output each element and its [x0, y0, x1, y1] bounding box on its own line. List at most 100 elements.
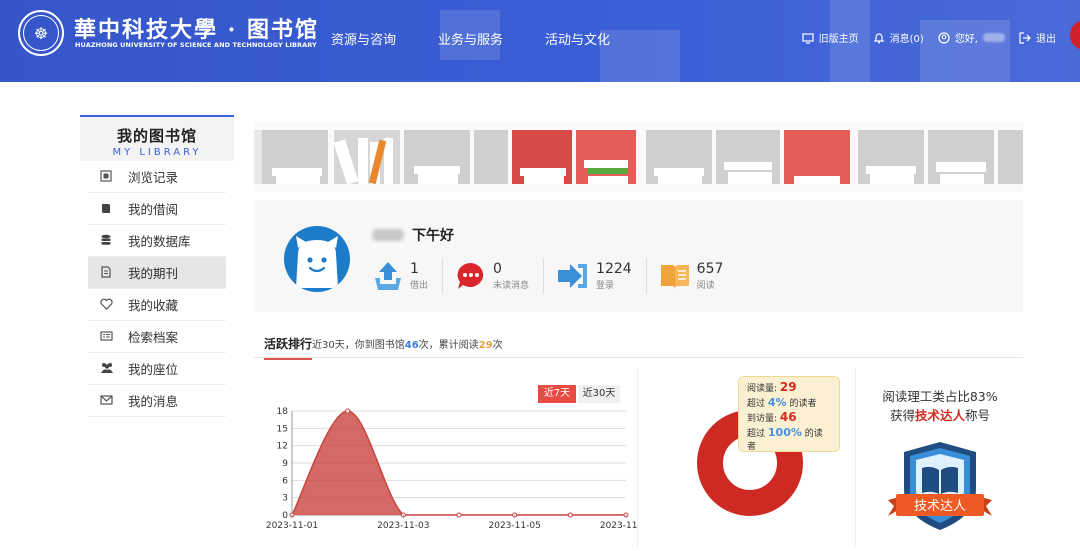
read-value: 29: [779, 380, 797, 394]
bookshelf-banner: [254, 122, 1023, 192]
database-icon: [101, 234, 111, 245]
history-icon: [100, 170, 112, 182]
stat-label: 登录: [596, 280, 615, 291]
avatar-face-icon: [296, 236, 338, 288]
sidebar-item-label: 我的期刊: [128, 266, 179, 281]
open-book-icon: [660, 265, 689, 289]
sidebar: 我的图书馆 MY LIBRARY 浏览记录 我的借阅 我的数据库 我的期刊 我的…: [80, 115, 234, 417]
activity-description: 近30天，你到图书馆46次，累计阅读29次: [312, 336, 503, 351]
library-logo-cn[interactable]: 華中科技大學 · 图书馆: [74, 12, 319, 44]
activity-desc-mid: 次，累计阅读: [418, 340, 479, 351]
book-icon: [102, 204, 110, 213]
sidebar-header: 我的图书馆 MY LIBRARY: [80, 115, 234, 161]
sidebar-item-database[interactable]: 我的数据库: [88, 225, 226, 257]
activity-tabbar: 活跃排行 近30天，你到图书馆46次，累计阅读29次: [254, 330, 1023, 360]
stat-label: 借出: [410, 280, 429, 291]
stats-row: 1 借出 0 未读消息 1224 登录 657 阅读: [372, 258, 749, 294]
user-greeting[interactable]: 您好,: [938, 30, 1005, 45]
y-tick-label: 15: [277, 424, 288, 434]
nav-resources[interactable]: 资源与咨询: [331, 29, 396, 48]
sidebar-item-favorites[interactable]: 我的收藏: [88, 289, 226, 321]
stat-login[interactable]: 1224 登录: [556, 258, 647, 294]
sidebar-item-messages[interactable]: 我的消息: [88, 385, 226, 417]
donut-tooltip: 阅读量: 29 超过 4% 的读者 到访量: 46 超过 100% 的读者: [738, 376, 840, 452]
university-seal-logo[interactable]: ☸: [18, 10, 64, 56]
stat-value: 1: [410, 260, 419, 277]
bell-icon: [873, 32, 885, 43]
y-tick-label: 3: [282, 494, 288, 504]
sidebar-title: 我的图书馆: [116, 127, 197, 145]
visit-percent: 100%: [767, 426, 802, 439]
sidebar-item-label: 我的数据库: [128, 234, 191, 249]
stat-borrowed[interactable]: 1 借出: [372, 258, 444, 294]
activity-desc-suffix: 次: [492, 340, 503, 351]
stat-value: 0: [493, 260, 502, 277]
greeting-text: 下午好: [412, 228, 454, 244]
sidebar-item-label: 我的座位: [128, 362, 179, 377]
achievement-panel: 阅读理工类占比83% 获得技术达人称号 技术达人: [857, 368, 1023, 547]
old-home-link[interactable]: 旧版主页: [802, 30, 859, 45]
seat-icon: [101, 363, 113, 373]
visit-exceed-prefix: 超过: [747, 429, 766, 439]
messages-link[interactable]: 消息(0): [873, 30, 924, 45]
read-exceed-prefix: 超过: [747, 399, 766, 409]
library-logo-en: HUAZHONG UNIVERSITY OF SCIENCE AND TECHN…: [75, 41, 317, 49]
data-point: [567, 512, 573, 518]
range-30-days-button[interactable]: 近30天: [578, 385, 620, 403]
y-tick-label: 0: [282, 511, 288, 521]
logout-label: 退出: [1036, 34, 1056, 45]
badge-ratio-text: 阅读理工类占比83%: [882, 389, 998, 404]
x-tick-label: 2023-11-07: [600, 521, 638, 531]
nav-services[interactable]: 业务与服务: [438, 29, 503, 48]
mail-icon: [100, 395, 113, 405]
y-tick-label: 9: [282, 459, 288, 469]
activity-chart-panel: 近7天 近30天 0 3 6 9 12 15 18 2023-11-01 2023-11-03 2…: [254, 368, 652, 547]
stat-unread[interactable]: 0 未读消息: [455, 258, 545, 294]
avatar[interactable]: [284, 226, 350, 292]
archive-icon: [100, 331, 113, 341]
sidebar-item-borrow[interactable]: 我的借阅: [88, 193, 226, 225]
user-icon: [938, 31, 950, 44]
y-tick-label: 12: [277, 442, 288, 452]
messages-label: 消息(0): [889, 34, 924, 45]
stat-reading[interactable]: 657 阅读: [659, 258, 738, 294]
sidebar-item-label: 我的消息: [128, 394, 179, 409]
nav-activities[interactable]: 活动与文化: [545, 29, 610, 48]
tech-expert-badge-icon[interactable]: 技术达人: [882, 438, 998, 536]
top-header: ☸ 華中科技大學 · 图书馆 HUAZHONG UNIVERSITY OF SC…: [0, 0, 1080, 82]
y-tick-label: 6: [282, 476, 288, 486]
badge-title-highlight: 技术达人: [914, 408, 965, 423]
activity-title[interactable]: 活跃排行: [264, 335, 313, 360]
logout-icon: [1019, 31, 1031, 44]
chat-bubble-icon: [457, 262, 484, 289]
read-exceed-suffix: 的读者: [789, 399, 817, 409]
greeting: 下午好: [372, 225, 454, 245]
blurred-username: [983, 33, 1005, 42]
badge-title-text: 获得技术达人称号: [857, 405, 1023, 424]
sidebar-subtitle: MY LIBRARY: [112, 147, 202, 158]
data-point: [456, 512, 462, 518]
sidebar-item-history[interactable]: 浏览记录: [88, 161, 226, 193]
heart-icon: [100, 298, 113, 310]
profile-card: 下午好 1 借出 0 未读消息 1224 登录 657 阅读: [254, 200, 1023, 312]
activity-visits: 46: [404, 340, 419, 351]
sidebar-item-search-archive[interactable]: 检索档案: [88, 321, 226, 353]
sidebar-item-seat[interactable]: 我的座位: [88, 353, 226, 385]
data-point: [345, 408, 351, 414]
journal-icon: [101, 266, 111, 278]
visit-value: 46: [779, 410, 797, 424]
header-user-area: 旧版主页 消息(0) 您好, 退出: [802, 30, 1056, 45]
visit-label: 到访量:: [747, 414, 778, 424]
old-home-label: 旧版主页: [818, 34, 859, 45]
blurred-username: [372, 229, 404, 241]
main-nav: 资源与咨询 业务与服务 活动与文化: [331, 29, 610, 48]
stat-label: 未读消息: [493, 280, 530, 291]
range-7-days-button[interactable]: 近7天: [538, 385, 576, 403]
x-tick-label: 2023-11-05: [489, 521, 541, 531]
sidebar-item-journal[interactable]: 我的期刊: [88, 257, 226, 289]
badge-title-prefix: 获得: [889, 408, 915, 423]
logout-link[interactable]: 退出: [1019, 30, 1056, 45]
x-tick-label: 2023-11-03: [377, 521, 429, 531]
x-tick-label: 2023-11-01: [266, 521, 318, 531]
badge-ribbon-text: 技术达人: [914, 499, 966, 514]
